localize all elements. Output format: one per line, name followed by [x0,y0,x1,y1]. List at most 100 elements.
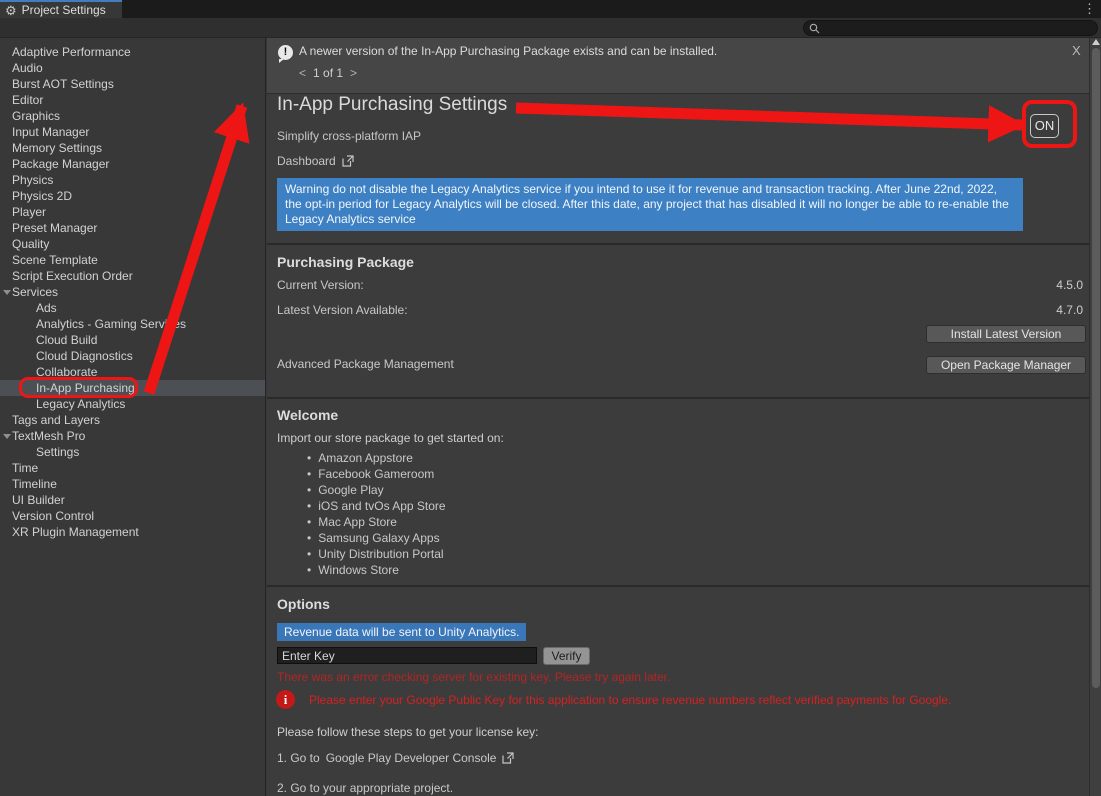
expand-caret-icon[interactable] [3,434,11,439]
bullet-icon: • [307,467,311,481]
settings-sidebar: Adaptive Performance Audio Burst AOT Set… [0,38,266,796]
sidebar-item-audio[interactable]: Audio [0,60,265,76]
analytics-notice-chip: Revenue data will be sent to Unity Analy… [277,623,526,641]
bullet-icon: • [307,483,311,497]
purchasing-package-heading: Purchasing Package [277,254,414,270]
google-play-console-link[interactable]: Google Play Developer Console [326,751,497,765]
store-list-item: •Facebook Gameroom [307,466,446,482]
store-list-item: •Amazon Appstore [307,450,446,466]
tab-project-settings[interactable]: ⚙ Project Settings [0,0,122,18]
sidebar-item-ui-builder[interactable]: UI Builder [0,492,265,508]
store-list-item: •Unity Distribution Portal [307,546,446,562]
welcome-heading: Welcome [277,407,338,423]
banner-message: A newer version of the In-App Purchasing… [299,44,717,58]
dashboard-link-label: Dashboard [277,154,336,168]
store-list-item: •Samsung Galaxy Apps [307,530,446,546]
sidebar-item-physics[interactable]: Physics [0,172,265,188]
bullet-icon: • [307,515,311,529]
sidebar-item-quality[interactable]: Quality [0,236,265,252]
sidebar-item-cloud-build[interactable]: Cloud Build [0,332,265,348]
iap-toggle-on-button[interactable]: ON [1030,114,1059,138]
bullet-icon: • [307,499,311,513]
current-version-label: Current Version: [277,278,364,292]
package-update-banner: ! A newer version of the In-App Purchasi… [267,38,1089,94]
license-steps-intro: Please follow these steps to get your li… [277,725,538,739]
sidebar-item-analytics-gaming-services[interactable]: Analytics - Gaming Services [0,316,265,332]
advanced-package-management-label: Advanced Package Management [277,357,454,371]
settings-main-panel: ! A newer version of the In-App Purchasi… [267,38,1089,796]
sidebar-item-xr-plugin-management[interactable]: XR Plugin Management [0,524,265,540]
verify-button[interactable]: Verify [543,647,590,665]
step1-prefix: 1. Go to [277,751,320,765]
store-list-item: •Mac App Store [307,514,446,530]
sidebar-item-memory-settings[interactable]: Memory Settings [0,140,265,156]
sidebar-item-ads[interactable]: Ads [0,300,265,316]
pager-next-button[interactable]: > [350,66,357,80]
banner-close-button[interactable]: X [1072,43,1081,58]
welcome-intro: Import our store package to get started … [277,431,504,445]
sidebar-item-editor[interactable]: Editor [0,92,265,108]
section-divider [267,585,1089,587]
sidebar-item-player[interactable]: Player [0,204,265,220]
store-list: •Amazon Appstore •Facebook Gameroom •Goo… [307,450,446,578]
search-box[interactable] [803,20,1098,36]
section-divider [267,243,1089,245]
license-key-input[interactable] [277,647,537,664]
install-latest-version-button[interactable]: Install Latest Version [926,325,1086,343]
sidebar-item-input-manager[interactable]: Input Manager [0,124,265,140]
error-info-icon: i [276,690,295,709]
pager-prev-button[interactable]: < [299,66,306,80]
sidebar-item-textmesh-settings[interactable]: Settings [0,444,265,460]
page-subtitle: Simplify cross-platform IAP [277,129,421,143]
window-menu-kebab-icon[interactable]: ⋮ [1083,1,1096,17]
external-link-icon [502,752,514,764]
tab-title: Project Settings [22,3,106,17]
window-titlebar: ⚙ Project Settings ⋮ [0,0,1101,18]
external-link-icon [342,155,354,167]
bullet-icon: • [307,563,311,577]
dashboard-link[interactable]: Dashboard [277,154,354,168]
sidebar-item-scene-template[interactable]: Scene Template [0,252,265,268]
sidebar-item-services[interactable]: Services [0,284,265,300]
gear-icon: ⚙ [5,4,17,17]
scroll-up-arrow-icon[interactable] [1092,39,1100,45]
sidebar-item-time[interactable]: Time [0,460,265,476]
sidebar-item-textmesh-pro[interactable]: TextMesh Pro [0,428,265,444]
settings-toolbar [0,18,1101,38]
expand-caret-icon[interactable] [3,290,11,295]
search-input[interactable] [824,22,1074,34]
console-message-icon: ! [278,45,293,60]
bullet-icon: • [307,547,311,561]
sidebar-item-legacy-analytics[interactable]: Legacy Analytics [0,396,265,412]
sidebar-item-in-app-purchasing[interactable]: In-App Purchasing [0,380,265,396]
sidebar-item-cloud-diagnostics[interactable]: Cloud Diagnostics [0,348,265,364]
bullet-icon: • [307,531,311,545]
sidebar-item-adaptive-performance[interactable]: Adaptive Performance [0,44,265,60]
sidebar-item-version-control[interactable]: Version Control [0,508,265,524]
sidebar-item-preset-manager[interactable]: Preset Manager [0,220,265,236]
store-list-item: •Windows Store [307,562,446,578]
sidebar-item-physics-2d[interactable]: Physics 2D [0,188,265,204]
sidebar-item-graphics[interactable]: Graphics [0,108,265,124]
current-version-value: 4.5.0 [1056,278,1083,292]
latest-version-value: 4.7.0 [1056,303,1083,317]
google-key-warning-text: Please enter your Google Public Key for … [309,693,951,707]
sidebar-item-burst-aot-settings[interactable]: Burst AOT Settings [0,76,265,92]
vertical-scrollbar[interactable] [1089,38,1101,796]
store-list-item: •iOS and tvOs App Store [307,498,446,514]
sidebar-item-script-execution-order[interactable]: Script Execution Order [0,268,265,284]
search-icon [809,23,820,34]
scrollbar-thumb[interactable] [1092,48,1100,688]
banner-pager: < 1 of 1 > [299,66,357,80]
latest-version-label: Latest Version Available: [277,303,408,317]
sidebar-item-collaborate[interactable]: Collaborate [0,364,265,380]
sidebar-item-tags-and-layers[interactable]: Tags and Layers [0,412,265,428]
sidebar-item-package-manager[interactable]: Package Manager [0,156,265,172]
legacy-analytics-warning: Warning do not disable the Legacy Analyt… [277,178,1023,231]
page-title: In-App Purchasing Settings [277,94,507,116]
open-package-manager-button[interactable]: Open Package Manager [926,356,1086,374]
key-check-error-text: There was an error checking server for e… [277,670,670,684]
sidebar-item-timeline[interactable]: Timeline [0,476,265,492]
options-heading: Options [277,596,330,612]
pager-count: 1 of 1 [313,66,343,80]
